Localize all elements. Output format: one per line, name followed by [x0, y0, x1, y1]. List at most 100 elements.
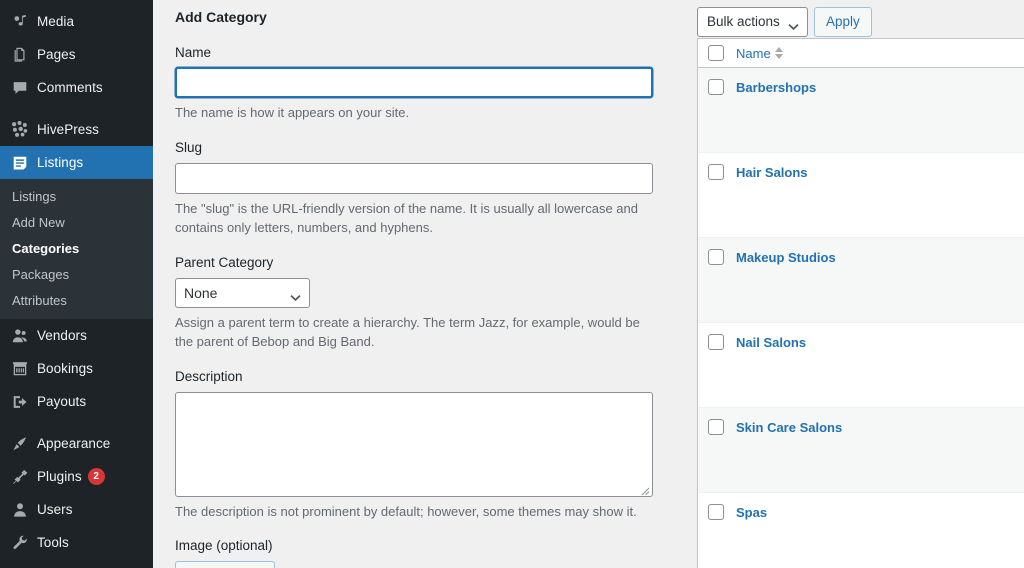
name-help-text: The name is how it appears on your site. [175, 105, 410, 121]
row-select-checkbox[interactable] [708, 249, 724, 265]
sidebar-item-tools[interactable]: Tools [0, 526, 153, 559]
sidebar-separator-2 [0, 418, 153, 427]
select-all-cell [708, 45, 736, 61]
sidebar-subitem-add-new[interactable]: Add New [0, 209, 153, 235]
row-select-checkbox[interactable] [708, 504, 724, 520]
table-row: Hair Salons [698, 153, 1024, 238]
sidebar-item-label: Users [37, 502, 73, 517]
table-row: Skin Care Salons [698, 408, 1024, 493]
sidebar-item-plugins[interactable]: Plugins 2 [0, 460, 153, 493]
plugins-icon [9, 467, 30, 487]
category-name-link[interactable]: Makeup Studios [736, 249, 836, 267]
row-select-cell [708, 504, 736, 520]
table-row: Makeup Studios [698, 238, 1024, 323]
bulk-actions-select[interactable]: Bulk actions [697, 6, 808, 37]
wordpress-admin-screen: Media Pages Comments HivePress Listings … [0, 0, 1024, 568]
sidebar-item-label: Comments [37, 80, 103, 95]
slug-input[interactable] [175, 162, 653, 194]
sidebar-item-appearance[interactable]: Appearance [0, 427, 153, 460]
description-textarea[interactable] [175, 391, 653, 497]
category-name-link[interactable]: Spas [736, 504, 767, 522]
sidebar-submenu-listings: Listings Add New Categories Packages Att… [0, 179, 153, 319]
users-icon [9, 500, 30, 520]
sidebar-item-payouts[interactable]: Payouts [0, 385, 153, 418]
bulk-actions-wrap: Bulk actions [697, 6, 808, 37]
row-select-cell [708, 249, 736, 265]
sidebar-item-bookings[interactable]: Bookings [0, 352, 153, 385]
table-header-row: Name [698, 39, 1024, 68]
plugins-update-badge: 2 [87, 468, 105, 485]
field-parent-category: Parent Category None Assign a parent ter… [175, 254, 689, 352]
parent-category-label: Parent Category [175, 254, 274, 270]
field-slug: Slug The "slug" is the URL-friendly vers… [175, 139, 689, 238]
row-select-cell [708, 419, 736, 435]
sidebar-item-pages[interactable]: Pages [0, 38, 153, 71]
media-icon [9, 12, 30, 32]
vendors-icon [9, 326, 30, 346]
sidebar-item-comments[interactable]: Comments [0, 71, 153, 104]
field-image: Image (optional) Select Image [175, 537, 689, 568]
sidebar-item-label: Plugins [37, 469, 82, 484]
sidebar-subitem-packages[interactable]: Packages [0, 261, 153, 287]
sidebar-item-hivepress[interactable]: HivePress [0, 113, 153, 146]
sidebar-item-label: HivePress [37, 122, 99, 137]
slug-help-text: The "slug" is the URL-friendly version o… [175, 200, 638, 236]
category-name-link[interactable]: Skin Care Salons [736, 419, 842, 437]
row-select-cell [708, 164, 736, 180]
parent-category-select[interactable]: None [175, 277, 310, 308]
sidebar-separator [0, 104, 153, 113]
sidebar-item-vendors[interactable]: Vendors [0, 319, 153, 352]
field-description: Description The description is not promi… [175, 368, 689, 521]
category-name-link[interactable]: Hair Salons [736, 164, 808, 182]
payouts-icon [9, 392, 30, 412]
description-textarea-wrap [175, 391, 653, 497]
sort-indicator-icon [774, 47, 783, 59]
sidebar-item-label: Tools [37, 535, 69, 550]
listings-icon [9, 153, 30, 173]
sidebar-item-label: Vendors [37, 328, 87, 343]
form-heading: Add Category [175, 9, 267, 25]
slug-label: Slug [175, 139, 203, 155]
table-row: Barbershops [698, 68, 1024, 153]
bookings-icon [9, 359, 30, 379]
table-nav-top: Bulk actions Apply [689, 0, 1024, 38]
category-name-link[interactable]: Barbershops [736, 79, 816, 97]
row-select-checkbox[interactable] [708, 419, 724, 435]
table-row: Spas [698, 493, 1024, 568]
sidebar-item-label: Appearance [37, 436, 111, 451]
row-select-cell [708, 79, 736, 95]
categories-table-panel: Bulk actions Apply Name Barbershops Hair… [689, 0, 1024, 568]
pages-icon [9, 45, 30, 65]
column-header-label: Name [736, 45, 771, 61]
sidebar-item-media[interactable]: Media [0, 5, 153, 38]
select-image-button[interactable]: Select Image [175, 561, 275, 568]
column-header-name[interactable]: Name [736, 46, 783, 61]
admin-sidebar-menu: Media Pages Comments HivePress Listings … [0, 0, 153, 568]
sidebar-subitem-attributes[interactable]: Attributes [0, 287, 153, 313]
sidebar-subitem-listings[interactable]: Listings [0, 183, 153, 209]
name-label: Name [175, 44, 212, 60]
appearance-icon [9, 434, 30, 454]
sidebar-item-label: Payouts [37, 394, 87, 409]
image-label: Image (optional) [175, 538, 273, 554]
sidebar-subitem-categories[interactable]: Categories [0, 235, 153, 261]
sidebar-item-label: Pages [37, 47, 76, 62]
tools-icon [9, 533, 30, 553]
sidebar-item-users[interactable]: Users [0, 493, 153, 526]
admin-content-area: Add Category Name The name is how it app… [153, 0, 1024, 568]
row-select-checkbox[interactable] [708, 164, 724, 180]
select-all-checkbox[interactable] [708, 45, 724, 61]
categories-table: Name Barbershops Hair Salons Makeup Stud… [697, 38, 1024, 568]
field-name: Name The name is how it appears on your … [175, 44, 689, 123]
sidebar-item-listings[interactable]: Listings [0, 146, 153, 179]
parent-category-help-text: Assign a parent term to create a hierarc… [175, 314, 640, 350]
sidebar-item-label: Media [37, 14, 75, 29]
row-select-checkbox[interactable] [708, 79, 724, 95]
hivepress-icon [9, 120, 30, 140]
apply-button[interactable]: Apply [814, 6, 872, 37]
row-select-cell [708, 334, 736, 350]
category-name-link[interactable]: Nail Salons [736, 334, 806, 352]
add-category-form: Add Category Name The name is how it app… [153, 0, 689, 568]
name-input[interactable] [175, 67, 653, 99]
row-select-checkbox[interactable] [708, 334, 724, 350]
